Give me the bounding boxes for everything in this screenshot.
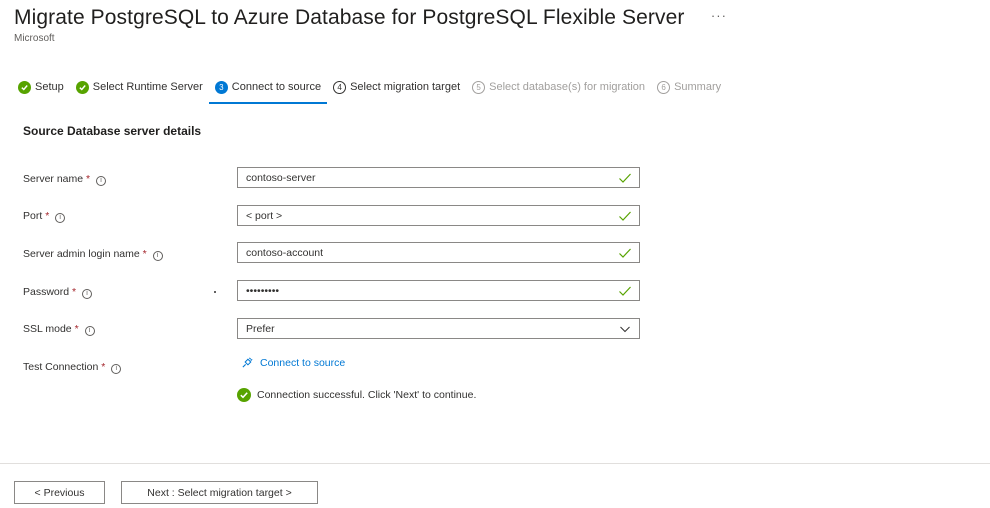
footer-divider bbox=[0, 463, 990, 464]
admin-login-label: Server admin login name * i bbox=[23, 248, 163, 261]
success-check-icon bbox=[237, 388, 251, 402]
step-number: 5 bbox=[472, 80, 486, 94]
step-select-databases: 5 Select database(s) for migration bbox=[472, 75, 645, 99]
info-icon[interactable]: i bbox=[55, 213, 66, 223]
label-text: Port bbox=[23, 210, 43, 222]
step-label: Select Runtime Server bbox=[92, 81, 203, 93]
step-number: 3 bbox=[214, 80, 228, 94]
valid-check-icon bbox=[619, 286, 631, 296]
step-label: Select database(s) for migration bbox=[489, 81, 646, 93]
ssl-mode-label: SSL mode * i bbox=[23, 323, 95, 336]
ssl-mode-dropdown[interactable]: Prefer bbox=[237, 318, 640, 339]
info-icon[interactable]: i bbox=[152, 251, 163, 261]
info-icon[interactable]: i bbox=[82, 289, 93, 299]
link-text: Connect to source bbox=[260, 356, 346, 369]
admin-login-field[interactable]: contoso-account bbox=[237, 242, 640, 263]
chevron-down-icon bbox=[620, 326, 630, 332]
admin-login-value: contoso-account bbox=[246, 246, 324, 259]
valid-check-icon bbox=[619, 211, 631, 221]
port-value: < port > bbox=[246, 209, 283, 222]
info-icon[interactable]: i bbox=[111, 364, 122, 374]
plug-icon bbox=[242, 357, 253, 368]
required-marker: * bbox=[74, 323, 79, 335]
more-options-icon[interactable]: ··· bbox=[711, 8, 727, 23]
valid-check-icon bbox=[619, 173, 631, 183]
step-number: 4 bbox=[333, 80, 347, 94]
password-label: Password * i bbox=[23, 286, 93, 299]
required-marker: * bbox=[45, 210, 50, 222]
ssl-mode-value: Prefer bbox=[246, 322, 275, 335]
step-setup[interactable]: Setup bbox=[18, 75, 64, 99]
password-value: ••••••••• bbox=[246, 284, 280, 297]
required-marker: * bbox=[86, 173, 91, 185]
label-text: Server admin login name bbox=[23, 248, 140, 260]
valid-check-icon bbox=[619, 248, 631, 258]
status-message: Connection successful. Click 'Next' to c… bbox=[257, 389, 477, 401]
test-connection-label: Test Connection * i bbox=[23, 361, 122, 374]
connection-status: Connection successful. Click 'Next' to c… bbox=[237, 388, 476, 402]
page-subtitle: Microsoft bbox=[14, 33, 55, 44]
label-text: Test Connection bbox=[23, 361, 99, 373]
section-title: Source Database server details bbox=[23, 124, 202, 138]
info-icon[interactable]: i bbox=[96, 176, 107, 186]
page-title: Migrate PostgreSQL to Azure Database for… bbox=[14, 6, 685, 29]
check-icon bbox=[18, 80, 31, 94]
step-label: Select migration target bbox=[350, 81, 461, 93]
step-connect-to-source[interactable]: 3 Connect to source bbox=[208, 75, 328, 104]
label-text: Server name bbox=[23, 173, 84, 185]
step-label: Setup bbox=[35, 81, 64, 93]
previous-button[interactable]: < Previous bbox=[14, 481, 105, 504]
info-icon[interactable]: i bbox=[84, 326, 95, 336]
required-marker: * bbox=[142, 248, 147, 260]
server-name-value: contoso-server bbox=[246, 171, 316, 184]
step-select-migration-target[interactable]: 4 Select migration target bbox=[333, 75, 460, 99]
step-select-runtime-server[interactable]: Select Runtime Server bbox=[75, 75, 203, 99]
step-label: Connect to source bbox=[231, 81, 322, 93]
server-name-label: Server name * i bbox=[23, 173, 107, 186]
server-name-field[interactable]: contoso-server bbox=[237, 167, 640, 188]
connect-to-source-link[interactable]: Connect to source bbox=[241, 356, 345, 369]
label-text: SSL mode bbox=[23, 323, 72, 335]
port-label: Port * i bbox=[23, 210, 66, 223]
stray-dot bbox=[214, 291, 216, 293]
step-number: 6 bbox=[657, 80, 671, 94]
next-button[interactable]: Next : Select migration target > bbox=[121, 481, 318, 504]
password-field[interactable]: ••••••••• bbox=[237, 280, 640, 301]
step-label: Summary bbox=[674, 81, 722, 93]
wizard-steps: Setup Select Runtime Server 3 Connect to… bbox=[18, 75, 733, 104]
port-field[interactable]: < port > bbox=[237, 205, 640, 226]
required-marker: * bbox=[101, 361, 106, 373]
label-text: Password bbox=[23, 286, 70, 298]
step-summary: 6 Summary bbox=[657, 75, 721, 99]
required-marker: * bbox=[72, 286, 77, 298]
check-icon bbox=[75, 80, 89, 94]
page-header: Migrate PostgreSQL to Azure Database for… bbox=[14, 6, 727, 44]
